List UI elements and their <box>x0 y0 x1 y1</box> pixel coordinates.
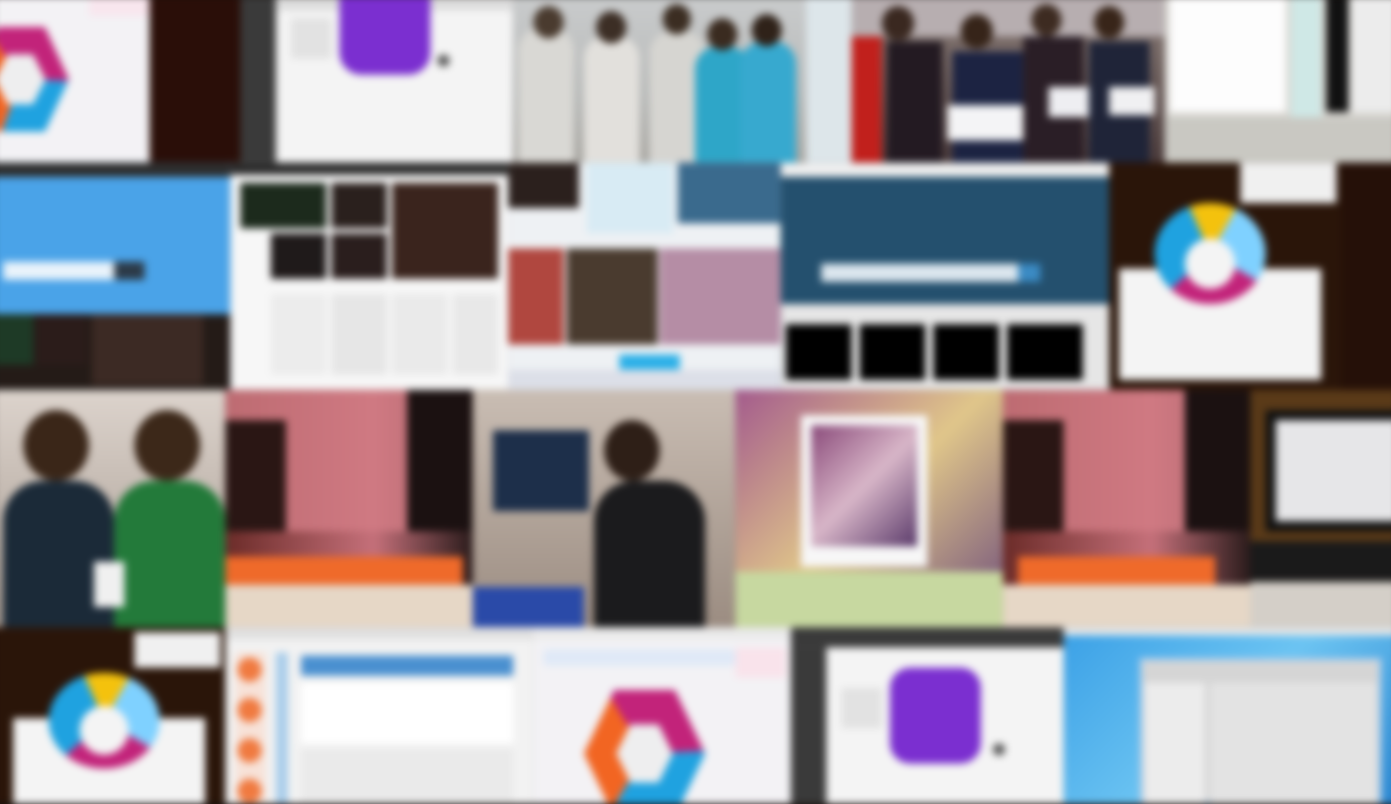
framed-collage-photo <box>735 389 1004 628</box>
hex-logo-page-top-left <box>0 0 150 163</box>
hex-logo-icon <box>583 683 706 804</box>
purple-app-logo-page-bottom <box>790 627 1064 804</box>
group-photo-lab-coats <box>513 0 852 163</box>
dark-strip-top <box>149 0 241 163</box>
orange-banner-page-2 <box>1003 389 1251 628</box>
people-at-laptops-photo <box>0 389 226 628</box>
monitor-photo <box>1250 389 1391 628</box>
swirl-logo-page-right <box>1109 162 1391 390</box>
purple-app-logo-icon <box>889 667 981 764</box>
swirl-logo-page-bottom-left <box>0 627 226 804</box>
search-input <box>3 261 115 280</box>
hex-logo-page-bottom <box>533 627 791 804</box>
group-photo-awards <box>851 0 1165 163</box>
banner-bar <box>1018 556 1216 585</box>
logo-wordmark <box>341 85 442 115</box>
photo-collage <box>0 0 1391 804</box>
monitor-screen <box>1275 420 1391 522</box>
award-certificate <box>947 105 1029 141</box>
search-input <box>821 263 1019 282</box>
window-dialog-top-right <box>1164 0 1391 163</box>
photo-gallery-page <box>508 162 781 390</box>
blue-search-page <box>0 162 231 390</box>
speaker-photo <box>472 389 736 628</box>
web-app-list-page <box>225 627 534 804</box>
banner-bar <box>225 556 463 585</box>
purple-app-logo-page-top <box>240 0 514 163</box>
id-badge <box>94 561 125 608</box>
search-button <box>114 261 145 280</box>
navy-search-page <box>780 162 1110 390</box>
hex-logo-icon <box>0 21 69 137</box>
search-button <box>1018 263 1041 282</box>
orange-banner-page-1 <box>225 389 473 628</box>
thumbnail-grid-page <box>230 162 509 390</box>
windows-desktop-screenshot <box>1063 627 1391 804</box>
purple-app-logo-icon <box>339 0 431 75</box>
swirl-logo-icon <box>48 672 160 769</box>
swirl-logo-icon <box>1154 203 1266 305</box>
